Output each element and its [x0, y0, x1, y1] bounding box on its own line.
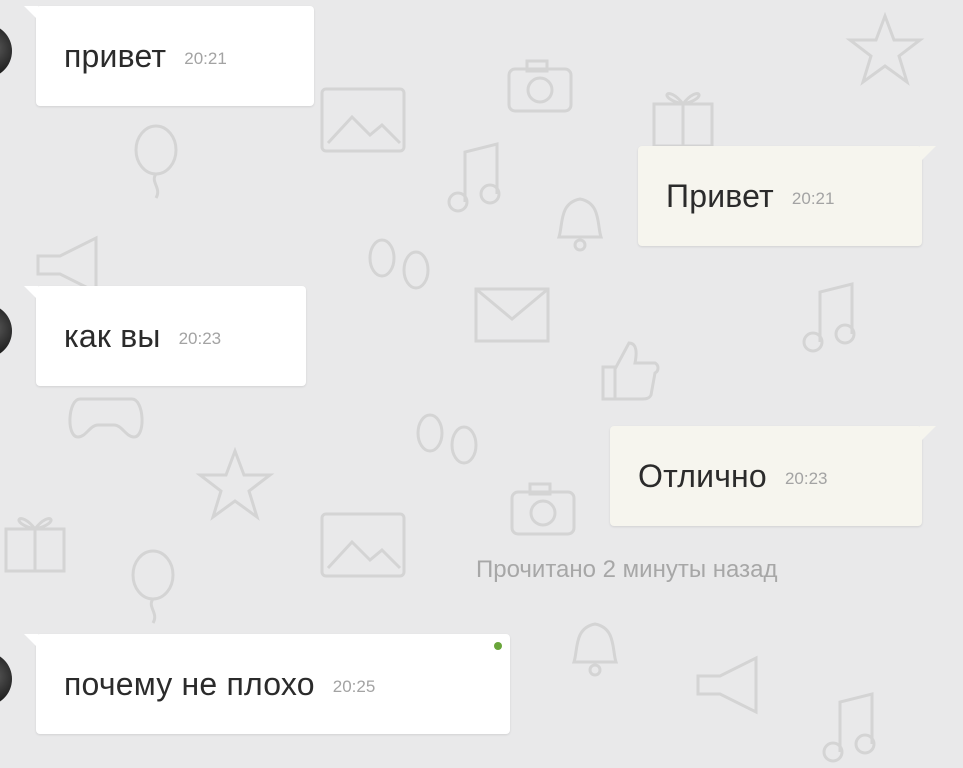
megaphone-icon [696, 655, 758, 715]
message-time: 20:25 [332, 677, 376, 696]
envelope-icon [474, 287, 550, 343]
bell-icon [571, 622, 619, 677]
message-time: 20:23 [178, 329, 222, 348]
message-text: почему не плохо [64, 665, 315, 702]
message-bubble-incoming[interactable]: привет 20:21 [24, 6, 314, 106]
gift-icon [4, 517, 66, 573]
balloon-icon [131, 549, 175, 624]
footprints-icon [368, 238, 430, 290]
message-bubble-outgoing[interactable]: Отлично 20:23 [610, 426, 936, 526]
music-note-icon [447, 142, 501, 213]
star-icon [845, 11, 925, 86]
music-note-icon [822, 692, 876, 763]
message-bubble-incoming[interactable]: как вы 20:23 [24, 286, 306, 386]
avatar[interactable] [0, 652, 12, 706]
message-bubble-outgoing[interactable]: Привет 20:21 [638, 146, 936, 246]
message-time: 20:21 [791, 189, 835, 208]
message-text: привет [64, 37, 167, 74]
picture-icon [320, 512, 406, 578]
online-indicator [494, 642, 502, 650]
camera-icon [510, 482, 576, 536]
footprints-icon [416, 413, 478, 465]
avatar[interactable] [0, 24, 12, 78]
balloon-icon [134, 124, 178, 199]
message-time: 20:21 [184, 49, 227, 68]
message-text: как вы [64, 317, 161, 354]
picture-icon [320, 87, 406, 153]
music-note-icon [802, 282, 856, 353]
read-status: Прочитано 2 минуты назад [476, 556, 778, 583]
bell-icon [556, 197, 604, 252]
message-bubble-incoming[interactable]: почему не плохо 20:25 [24, 634, 510, 734]
camera-icon [507, 59, 573, 113]
thumbs-up-icon [601, 341, 660, 401]
message-text: Отлично [638, 457, 767, 494]
gift-icon [652, 92, 714, 148]
star-icon [195, 446, 275, 521]
gamepad-icon [68, 397, 144, 439]
avatar[interactable] [0, 304, 12, 358]
message-time: 20:23 [784, 469, 828, 488]
chat-view: привет 20:21 Привет 20:21 как вы 20:23 О… [0, 0, 963, 768]
message-text: Привет [666, 177, 774, 214]
